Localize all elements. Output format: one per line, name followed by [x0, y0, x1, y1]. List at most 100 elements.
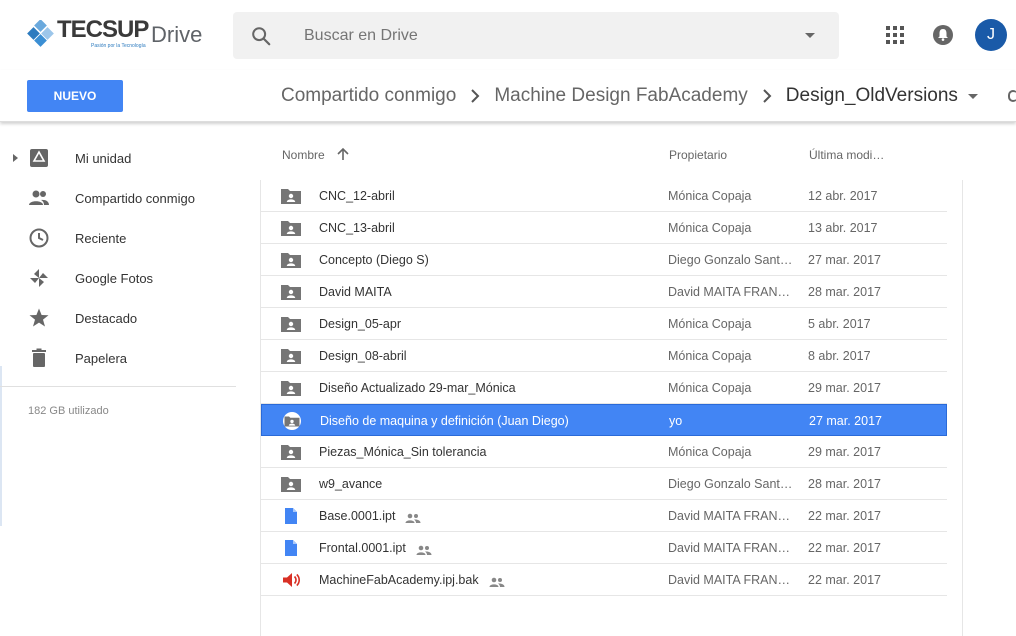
file-name-text: Diseño Actualizado 29-mar_Mónica [319, 381, 516, 395]
sidebar: Mi unidad Compartido conmigo Reciente Go… [0, 123, 240, 636]
shared-people-icon [416, 544, 432, 555]
sort-ascending-arrow-icon[interactable] [336, 147, 350, 161]
search-options-chevron-icon[interactable] [805, 33, 815, 38]
shared-folder-icon [280, 283, 302, 301]
file-row[interactable]: MachineFabAcademy.ipj.bak David MAITA FRA… [261, 564, 947, 596]
shared-folder-icon [280, 187, 302, 205]
folder-menu-chevron-down-icon[interactable] [967, 93, 978, 99]
file-name: Design_05-apr [319, 317, 401, 331]
sidebar-item-label: Mi unidad [75, 150, 132, 166]
file-name-text: Design_08-abril [319, 349, 407, 363]
file-name: Diseño Actualizado 29-mar_Mónica [319, 381, 516, 395]
file-owner: David MAITA FRANC… [668, 285, 798, 299]
file-name: Diseño de maquina y definición (Juan Die… [320, 414, 569, 428]
sidebar-item-label: Google Fotos [75, 270, 154, 286]
storage-usage[interactable]: 182 GB utilizado [28, 405, 109, 417]
file-name: w9_avance [319, 477, 382, 491]
audio-file-icon [280, 571, 302, 589]
sidebar-edge [0, 366, 2, 526]
breadcrumb-item-current[interactable]: Design_OldVersions [786, 85, 958, 107]
column-header-modified[interactable]: Última modi… [809, 148, 884, 162]
file-row[interactable]: CNC_12-abril Mónica Copaja 12 abr. 2017 [261, 180, 947, 212]
file-owner: Diego Gonzalo Sant… [668, 253, 793, 267]
sidebar-item-my-drive[interactable]: Mi unidad [0, 138, 240, 178]
file-modified-date: 27 mar. 2017 [809, 414, 882, 428]
shared-folder-icon [280, 379, 302, 397]
sidebar-item-shared[interactable]: Compartido conmigo [0, 178, 240, 218]
sidebar-item-recent[interactable]: Reciente [0, 218, 240, 258]
file-modified-date: 22 mar. 2017 [808, 541, 881, 555]
file-name-text: MachineFabAcademy.ipj.bak [319, 573, 479, 587]
file-owner: David MAITA FRANC… [668, 573, 798, 587]
file-row[interactable]: Diseño de maquina y definición (Juan Die… [261, 404, 947, 436]
sidebar-item-trash[interactable]: Papelera [0, 338, 240, 378]
file-name: Concepto (Diego S) [319, 253, 429, 267]
file-name: David MAITA [319, 285, 392, 299]
breadcrumb-chevron-icon [471, 89, 480, 103]
breadcrumb-item-shared[interactable]: Compartido conmigo [281, 85, 456, 107]
file-name-text: Diseño de maquina y definición (Juan Die… [320, 414, 569, 428]
file-row[interactable]: CNC_13-abril Mónica Copaja 13 abr. 2017 [261, 212, 947, 244]
people-icon [29, 190, 49, 205]
shared-folder-icon [280, 443, 302, 461]
file-name: Design_08-abril [319, 349, 407, 363]
star-icon [29, 308, 49, 327]
apps-grid-icon[interactable] [886, 26, 904, 44]
file-name-text: Concepto (Diego S) [319, 253, 429, 267]
logo-tagline: Pasión por la Tecnología [91, 43, 146, 49]
column-header-owner[interactable]: Propietario [669, 148, 727, 162]
file-row[interactable]: Design_05-apr Mónica Copaja 5 abr. 2017 [261, 308, 947, 340]
file-name-text: w9_avance [319, 477, 383, 491]
top-bar: TECSUP Pasión por la Tecnología Drive J [0, 0, 1016, 70]
breadcrumb-item-machine-design[interactable]: Machine Design FabAcademy [494, 85, 747, 107]
file-name: Base.0001.ipt [319, 509, 421, 523]
search-icon[interactable] [250, 25, 272, 47]
file-owner: yo [669, 414, 683, 428]
file-row[interactable]: Base.0001.ipt David MAITA FRANC… 22 mar. 2… [261, 500, 947, 532]
file-row[interactable]: w9_avance Diego Gonzalo Sant… 28 mar. 2017 [261, 468, 947, 500]
breadcrumb-chevron-icon [763, 89, 772, 103]
sidebar-item-google-photos[interactable]: Google Fotos [0, 258, 240, 298]
file-name-text: Design_05-apr [319, 317, 401, 331]
new-button[interactable]: NUEVO [27, 80, 123, 112]
file-modified-date: 29 mar. 2017 [808, 445, 881, 459]
sidebar-item-label: Compartido conmigo [75, 190, 195, 206]
file-modified-date: 13 abr. 2017 [808, 221, 878, 235]
file-list-header: Nombre Propietario Última modi… [260, 140, 963, 172]
file-name: Frontal.0001.ipt [319, 541, 432, 555]
expand-arrow-icon[interactable] [13, 154, 18, 162]
file-row[interactable]: Diseño Actualizado 29-mar_Mónica Mónica C… [261, 372, 947, 404]
file-modified-date: 5 abr. 2017 [808, 317, 871, 331]
breadcrumb: Compartido conmigo Machine Design FabAca… [281, 84, 978, 108]
file-modified-date: 29 mar. 2017 [808, 381, 881, 395]
file-modified-date: 22 mar. 2017 [808, 573, 881, 587]
file-row[interactable]: Concepto (Diego S) Diego Gonzalo Sant… 27 … [261, 244, 947, 276]
sidebar-item-starred[interactable]: Destacado [0, 298, 240, 338]
view-toggle-icon[interactable] [1008, 90, 1016, 102]
file-name-text: Frontal.0001.ipt [319, 541, 406, 555]
file-modified-date: 28 mar. 2017 [808, 477, 881, 491]
logo-mark-icon [27, 19, 55, 48]
product-name: Drive [151, 22, 203, 47]
tecsup-logo[interactable]: TECSUP Pasión por la Tecnología [27, 18, 149, 54]
trash-icon [32, 348, 46, 367]
file-row[interactable]: Frontal.0001.ipt David MAITA FRANC… 22 mar… [261, 532, 947, 564]
file-row[interactable]: David MAITA David MAITA FRANC… 28 mar. 201… [261, 276, 947, 308]
file-row[interactable]: Piezas_Mónica_Sin tolerancia Mónica Copaj… [261, 436, 947, 468]
file-name-text: Base.0001.ipt [319, 509, 396, 523]
action-bar: NUEVO Compartido conmigo Machine Design … [0, 70, 1016, 122]
shared-folder-icon [280, 315, 302, 333]
file-name-text: David MAITA [319, 285, 392, 299]
shared-folder-icon [280, 251, 302, 269]
drive-icon [30, 149, 48, 167]
file-owner: Mónica Copaja [668, 317, 752, 331]
file-name-text: CNC_12-abril [319, 189, 395, 203]
column-header-name[interactable]: Nombre [282, 148, 325, 162]
file-row[interactable]: Design_08-abril Mónica Copaja 8 abr. 2017 [261, 340, 947, 372]
notifications-bell-icon[interactable] [932, 24, 954, 46]
pinwheel-icon [30, 269, 48, 287]
search-input[interactable] [304, 12, 784, 59]
account-avatar[interactable]: J [975, 19, 1007, 51]
file-owner: Diego Gonzalo Sant… [668, 477, 793, 491]
file-name: CNC_13-abril [319, 221, 395, 235]
